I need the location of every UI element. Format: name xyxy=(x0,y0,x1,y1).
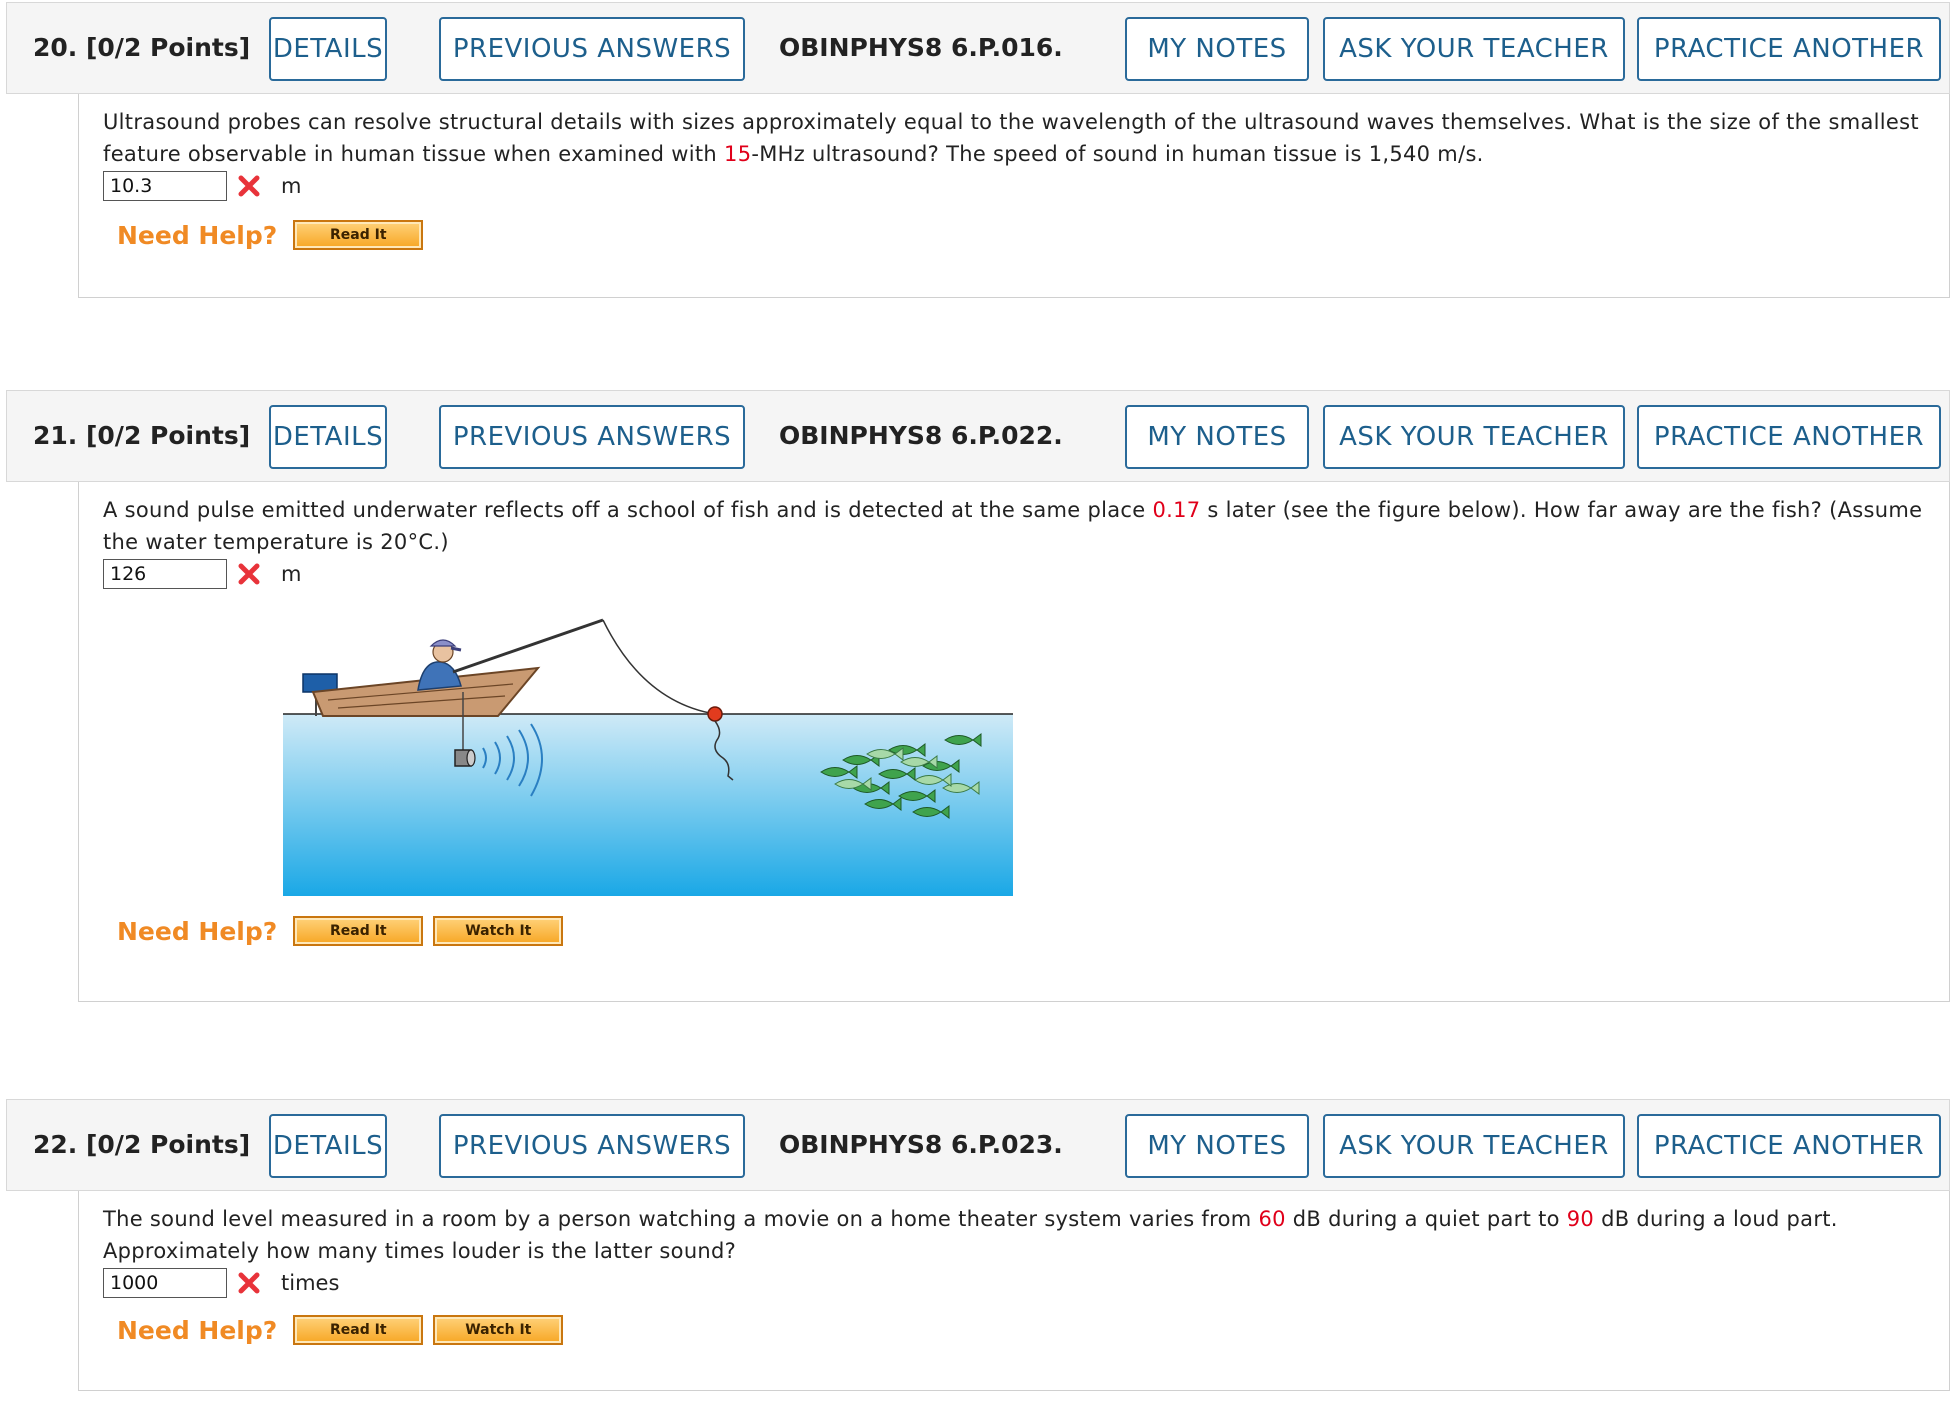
question-header: 21. [0/2 Points] DETAILS PREVIOUS ANSWER… xyxy=(6,390,1950,482)
practice-another-button[interactable]: PRACTICE ANOTHER xyxy=(1637,1114,1941,1178)
fishing-line xyxy=(602,619,716,715)
ask-your-teacher-button[interactable]: ASK YOUR TEACHER xyxy=(1323,17,1625,81)
question-text-part: The sound level measured in a room by a … xyxy=(103,1207,1259,1231)
fishing-rod xyxy=(452,618,604,674)
my-notes-button[interactable]: MY NOTES xyxy=(1125,405,1309,469)
bobber-icon xyxy=(707,706,723,722)
fisherman-icon xyxy=(417,639,462,691)
help-row: Need Help? Read It Watch It xyxy=(117,1315,573,1345)
water-body xyxy=(283,714,1013,896)
ask-your-teacher-button[interactable]: ASK YOUR TEACHER xyxy=(1323,405,1625,469)
help-row: Need Help? Read It Watch It xyxy=(117,916,573,946)
watch-it-button[interactable]: Watch It xyxy=(433,1315,564,1345)
x-mark-icon xyxy=(238,175,260,197)
question-header: 20. [0/2 Points] DETAILS PREVIOUS ANSWER… xyxy=(6,2,1950,94)
my-notes-button[interactable]: MY NOTES xyxy=(1125,17,1309,81)
answer-input[interactable] xyxy=(103,171,227,201)
need-help-label: Need Help? xyxy=(117,1315,278,1345)
x-mark-icon xyxy=(238,563,260,585)
given-value: 90 xyxy=(1566,1207,1595,1231)
question-number: 22. [0/2 Points] xyxy=(33,1130,251,1159)
need-help-label: Need Help? xyxy=(117,220,278,250)
answer-unit: m xyxy=(281,174,302,198)
given-value: 15 xyxy=(724,142,752,166)
answer-row: m xyxy=(103,170,301,202)
question-body: A sound pulse emitted underwater reflect… xyxy=(78,482,1950,1002)
watch-it-button[interactable]: Watch It xyxy=(433,916,564,946)
question-code: OBINPHYS8 6.P.022. xyxy=(779,421,1063,450)
previous-answers-button[interactable]: PREVIOUS ANSWERS xyxy=(439,17,745,81)
question-header: 22. [0/2 Points] DETAILS PREVIOUS ANSWER… xyxy=(6,1099,1950,1191)
answer-input[interactable] xyxy=(103,1268,227,1298)
previous-answers-button[interactable]: PREVIOUS ANSWERS xyxy=(439,405,745,469)
question-text: Ultrasound probes can resolve structural… xyxy=(103,106,1923,170)
answer-row: times xyxy=(103,1267,339,1299)
need-help-label: Need Help? xyxy=(117,916,278,946)
read-it-button[interactable]: Read It xyxy=(293,220,424,250)
question-body: Ultrasound probes can resolve structural… xyxy=(78,94,1950,298)
question-code: OBINPHYS8 6.P.023. xyxy=(779,1130,1063,1159)
question-number: 21. [0/2 Points] xyxy=(33,421,251,450)
question-text-part: -MHz ultrasound? The speed of sound in h… xyxy=(751,142,1484,166)
answer-unit: m xyxy=(281,562,302,586)
question-text-part: A sound pulse emitted underwater reflect… xyxy=(103,498,1153,522)
answer-unit: times xyxy=(281,1271,340,1295)
ask-your-teacher-button[interactable]: ASK YOUR TEACHER xyxy=(1323,1114,1625,1178)
given-value: 0.17 xyxy=(1152,498,1201,522)
question-number: 20. [0/2 Points] xyxy=(33,33,251,62)
details-button[interactable]: DETAILS xyxy=(269,405,387,469)
details-button[interactable]: DETAILS xyxy=(269,1114,387,1178)
practice-another-button[interactable]: PRACTICE ANOTHER xyxy=(1637,17,1941,81)
help-row: Need Help? Read It xyxy=(117,220,433,250)
answer-row: m xyxy=(103,558,301,590)
read-it-button[interactable]: Read It xyxy=(293,1315,424,1345)
answer-input[interactable] xyxy=(103,559,227,589)
question-body: The sound level measured in a room by a … xyxy=(78,1191,1950,1391)
transducer-icon xyxy=(454,749,476,767)
my-notes-button[interactable]: MY NOTES xyxy=(1125,1114,1309,1178)
details-button[interactable]: DETAILS xyxy=(269,17,387,81)
previous-answers-button[interactable]: PREVIOUS ANSWERS xyxy=(439,1114,745,1178)
practice-another-button[interactable]: PRACTICE ANOTHER xyxy=(1637,405,1941,469)
question-text-part: dB during a quiet part to xyxy=(1285,1207,1567,1231)
x-mark-icon xyxy=(238,1272,260,1294)
question-text: The sound level measured in a room by a … xyxy=(103,1203,1923,1267)
read-it-button[interactable]: Read It xyxy=(293,916,424,946)
question-code: OBINPHYS8 6.P.016. xyxy=(779,33,1063,62)
question-text: A sound pulse emitted underwater reflect… xyxy=(103,494,1923,558)
given-value: 60 xyxy=(1258,1207,1286,1231)
sonar-fishing-figure xyxy=(283,618,1013,896)
